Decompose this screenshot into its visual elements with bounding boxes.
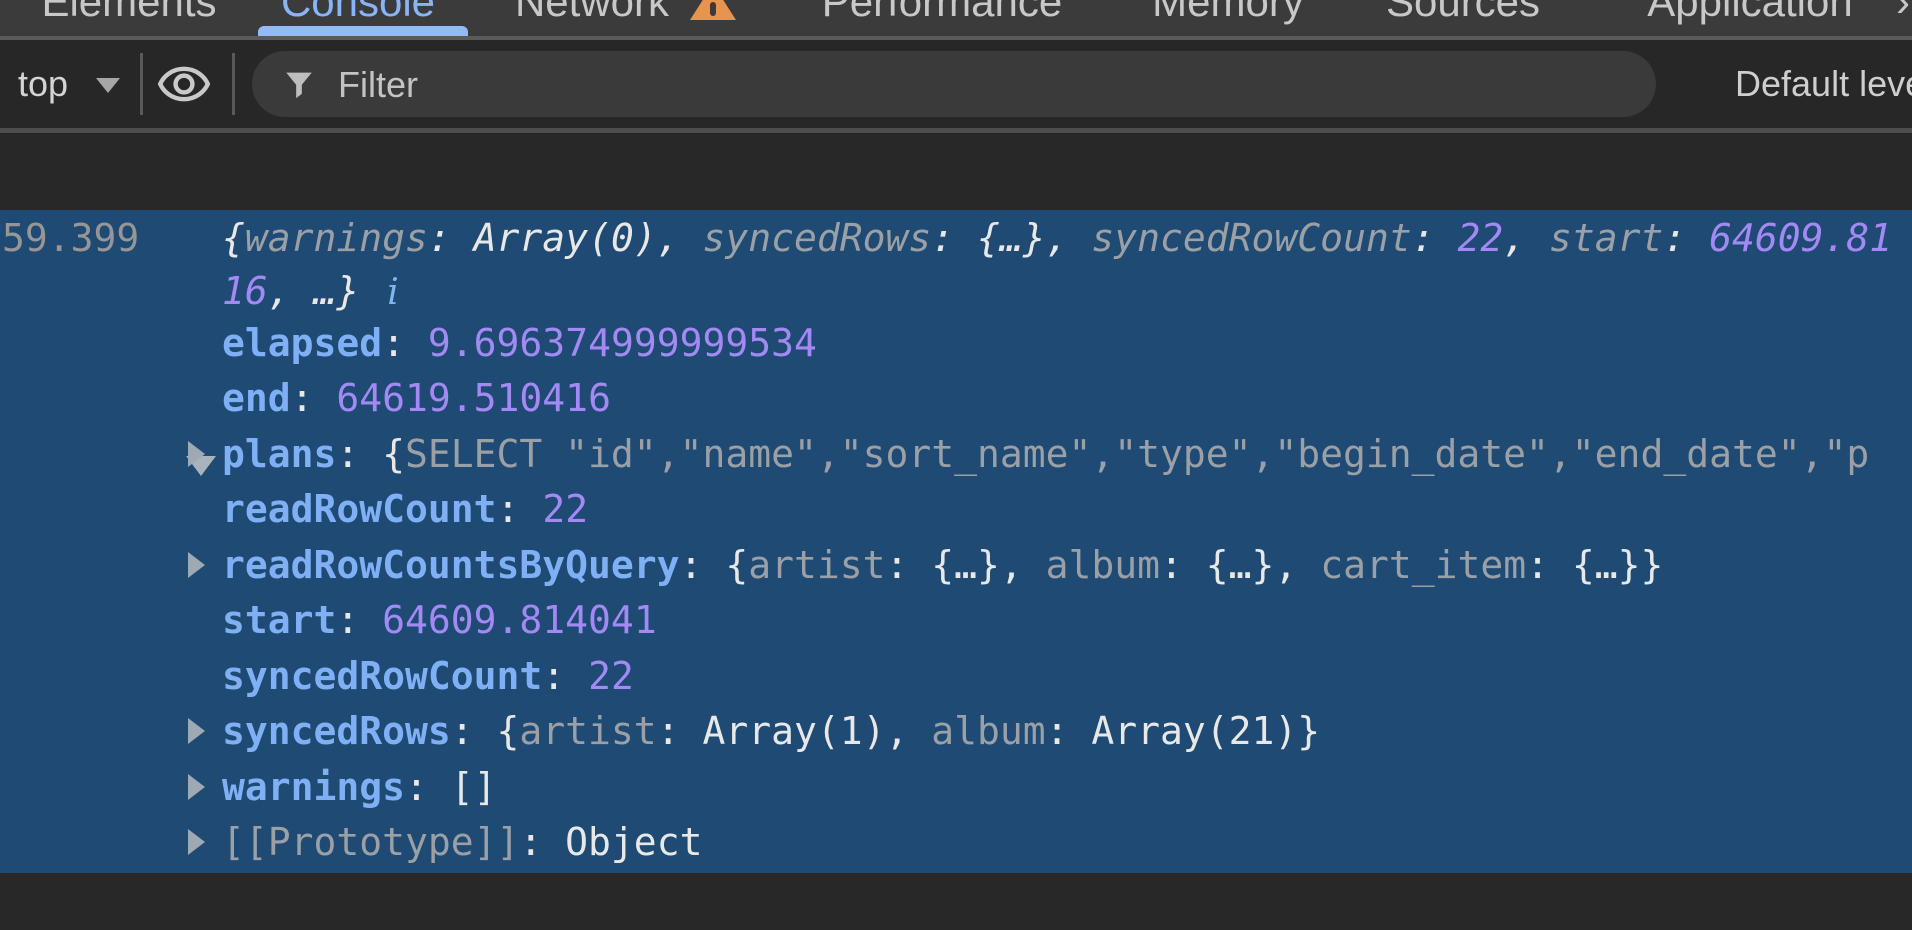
token: , …} [268,269,360,313]
tab-application[interactable]: Application [1647,0,1852,22]
property-row-plans[interactable]: plans: {SELECT "id","name","sort_name","… [0,426,1912,482]
token: : Object [519,820,702,864]
live-expression-eye-icon[interactable] [156,56,212,112]
filter-funnel-icon [282,67,316,101]
filter-input[interactable] [336,51,1580,119]
token: : [542,654,588,698]
token: artist [748,543,885,587]
tab-network[interactable]: Network [515,0,669,22]
network-warning-icon [690,0,736,20]
object-properties: elapsed: 9.696374999999534end: 64619.510… [0,315,1912,870]
token: 64609.814041 [382,598,657,642]
property-row-readRowCount[interactable]: readRowCount: 22 [0,482,1912,538]
token: readRowCountsByQuery [222,543,680,587]
object-preview-line1: {warnings: Array(0), syncedRows: {…}, sy… [222,212,1892,265]
token: { [222,216,245,260]
chevron-down-icon[interactable] [96,78,120,93]
token: album [931,709,1045,753]
token: 16 [222,269,268,313]
token: : [336,598,382,642]
tab-console[interactable]: Console [281,0,435,22]
token: syncedRows [222,709,451,753]
token: 22 [542,487,588,531]
token: : { [680,543,749,587]
property-row-start[interactable]: start: 64609.814041 [0,593,1912,649]
expand-arrow-icon[interactable] [188,552,205,578]
token: : [497,487,543,531]
expand-arrow-icon[interactable] [188,774,205,800]
more-tabs-chevron[interactable]: › [1896,0,1910,22]
token: [[Prototype]] [222,820,519,864]
token: : [] [405,765,497,809]
warning-exclamation [710,2,716,16]
timestamp: 59.399 [2,212,139,265]
token: album [1046,543,1160,587]
token: : {…}} [1526,543,1663,587]
token: : [1663,216,1709,260]
token: : { [451,709,520,753]
token: elapsed [222,321,382,365]
token: 64609.81 [1709,216,1892,260]
token: : [382,321,428,365]
toolbar-divider [232,53,235,115]
token: : [1412,216,1458,260]
token: SELECT "id","name","sort_name","type","b… [405,432,1869,476]
property-row-syncedRowCount[interactable]: syncedRowCount: 22 [0,648,1912,704]
devtools-console-panel: { "colors": { "result_highlight": "#1e4a… [0,0,1912,930]
token: plans [222,432,336,476]
token: start [222,598,336,642]
console-result-message[interactable]: 59.399 {warnings: Array(0), syncedRows: … [0,210,1912,873]
token: : {…}, [1160,543,1320,587]
active-tab-indicator [258,26,468,36]
token: readRowCount [222,487,497,531]
token: warnings [222,765,405,809]
object-preview[interactable]: {warnings: Array(0), syncedRows: {…}, sy… [222,212,1892,319]
token: 64619.510416 [336,376,611,420]
token: syncedRowCount [1091,216,1411,260]
tab-elements[interactable]: Elements [41,0,216,22]
tab-performance[interactable]: Performance [822,0,1062,22]
token: : Array(0), [428,216,703,260]
log-levels-dropdown[interactable]: Default levels [1735,40,1912,128]
token: syncedRows [702,216,931,260]
devtools-tab-bar: Elements Console Network Performance Memory S… [0,0,1912,40]
token: : {…}, [885,543,1045,587]
token: : {…}, [931,216,1091,260]
console-toolbar: top Default levels [0,40,1912,133]
property-row-elapsed[interactable]: elapsed: 9.696374999999534 [0,315,1912,371]
token: 22 [1457,216,1503,260]
property-row-warnings[interactable]: warnings: [] [0,759,1912,815]
console-command-echo[interactable]: 59.375 await qs[0].analyze() [2,143,734,203]
property-row-prototype[interactable]: [[Prototype]]: Object [0,815,1912,871]
token: start [1549,216,1663,260]
token: : Array(1), [657,709,932,753]
expand-arrow-icon[interactable] [188,441,205,467]
token: end [222,376,291,420]
token: 22 [588,654,634,698]
property-row-end[interactable]: end: 64619.510416 [0,371,1912,427]
token: cart_item [1320,543,1526,587]
filter-field[interactable] [252,51,1656,117]
object-preview-line2: 16, …} i [222,265,1892,319]
expand-arrow-icon[interactable] [188,718,205,744]
token: : { [336,432,405,476]
property-row-readRowCountsByQuery[interactable]: readRowCountsByQuery: {artist: {…}, albu… [0,537,1912,593]
toolbar-divider [140,53,143,115]
token: warnings [245,216,428,260]
tab-sources[interactable]: Sources [1386,0,1540,22]
token: syncedRowCount [222,654,542,698]
token: artist [519,709,656,753]
token: : Array(21)} [1046,709,1321,753]
expand-arrow-icon[interactable] [188,829,205,855]
token: , [1503,216,1549,260]
console-messages-area: 59.375 await qs[0].analyze() 59.399 {war… [0,133,1912,930]
context-selector[interactable]: top [18,40,68,128]
token: 9.696374999999534 [428,321,817,365]
info-icon[interactable]: i [387,266,399,319]
token: : [291,376,337,420]
tab-memory[interactable]: Memory [1152,0,1304,22]
property-row-syncedRows[interactable]: syncedRows: {artist: Array(1), album: Ar… [0,704,1912,760]
